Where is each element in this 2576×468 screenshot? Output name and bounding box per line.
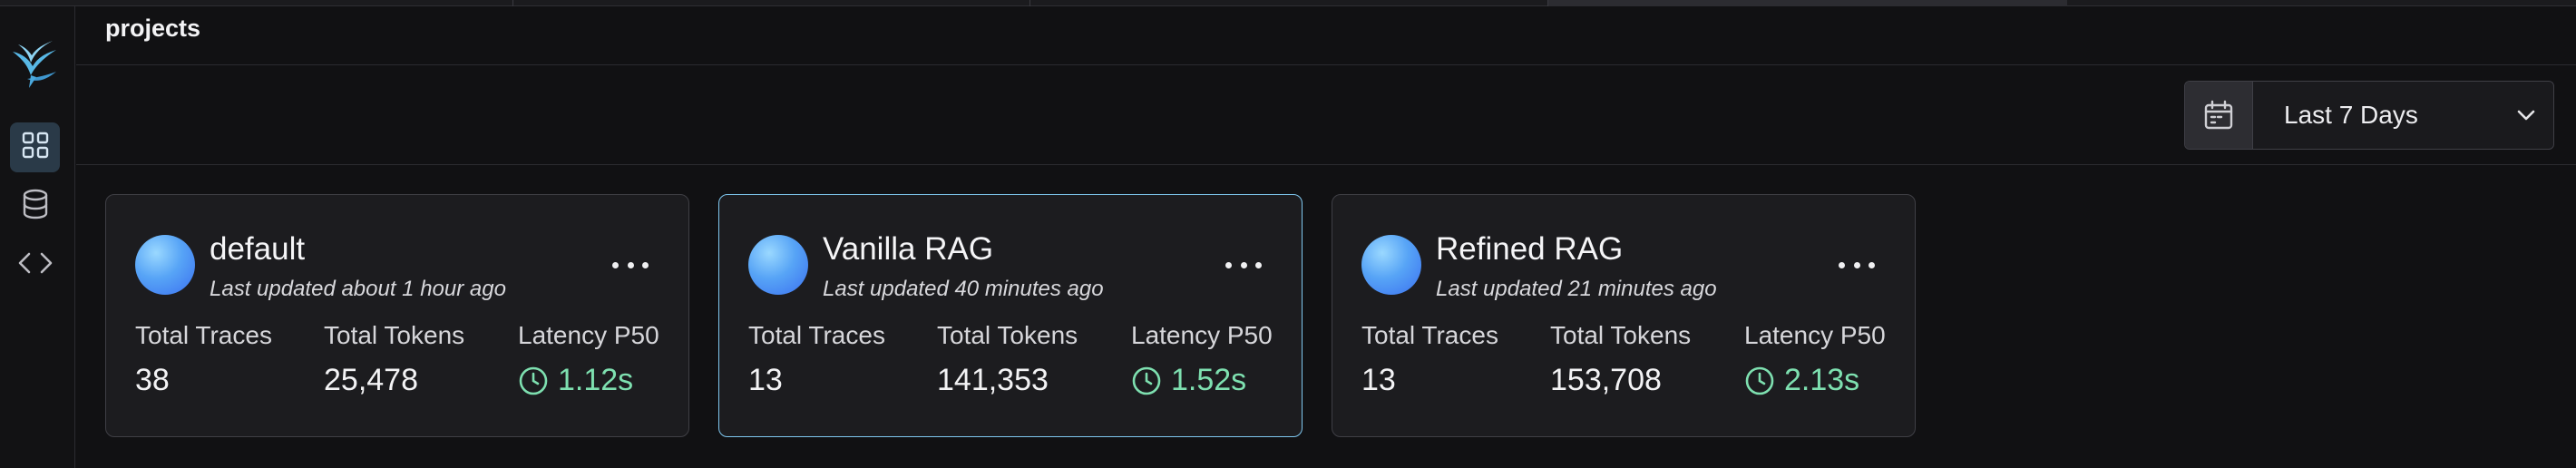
clock-icon — [1132, 366, 1161, 395]
latency-text: 1.52s — [1171, 363, 1247, 397]
date-range-label: Last 7 Days — [2284, 101, 2418, 129]
clock-icon — [519, 366, 548, 395]
clock-icon — [1745, 366, 1774, 395]
project-name: default — [210, 231, 306, 267]
stat-tokens-label: Total Tokens — [1550, 321, 1692, 349]
project-avatar — [748, 235, 808, 295]
stat-tokens-label: Total Tokens — [324, 321, 465, 349]
sidebar — [0, 6, 75, 468]
stat-latency-label: Latency P50 — [518, 321, 659, 349]
project-name: Vanilla RAG — [823, 231, 994, 267]
nav-datasets-button[interactable] — [10, 181, 60, 231]
code-icon — [17, 249, 54, 281]
stat-traces-value: 38 — [135, 363, 170, 397]
page-header: projects — [76, 6, 2576, 65]
stat-tokens-value: 25,478 — [324, 363, 418, 397]
main-panel: projects Last 7 Days default Last update… — [76, 6, 2576, 468]
project-updated: Last updated 40 minutes ago — [823, 277, 1104, 301]
top-tab-strip — [0, 0, 2576, 6]
stat-tokens-value: 153,708 — [1550, 363, 1662, 397]
page-title: projects — [105, 14, 201, 42]
top-tab-active[interactable] — [1548, 0, 2067, 6]
more-options-icon[interactable] — [1839, 251, 1875, 278]
stat-traces: Total Traces 13 — [1361, 321, 1498, 398]
stat-latency-label: Latency P50 — [1131, 321, 1273, 349]
stat-traces-label: Total Traces — [1361, 321, 1498, 349]
stat-traces-value: 13 — [748, 363, 783, 397]
grid-icon — [21, 131, 50, 164]
nav-code-button[interactable] — [10, 240, 60, 290]
more-options-icon[interactable] — [1225, 251, 1262, 278]
calendar-icon — [2185, 82, 2253, 149]
stat-tokens: Total Tokens 153,708 — [1550, 321, 1691, 398]
toolbar: Last 7 Days — [76, 65, 2576, 165]
stat-latency: Latency P50 1.52s — [1131, 321, 1273, 398]
project-name: Refined RAG — [1436, 231, 1624, 267]
stat-traces-label: Total Traces — [748, 321, 885, 349]
stat-tokens: Total Tokens 141,353 — [937, 321, 1078, 398]
stat-tokens: Total Tokens 25,478 — [324, 321, 464, 398]
more-options-icon[interactable] — [612, 251, 649, 278]
stat-latency-value: 2.13s — [1744, 363, 1886, 398]
stat-traces-value: 13 — [1361, 363, 1396, 397]
chevron-down-icon — [2499, 109, 2553, 122]
project-avatar — [1361, 235, 1421, 295]
stat-latency-label: Latency P50 — [1744, 321, 1886, 349]
top-tab-2[interactable] — [513, 0, 1030, 6]
date-range-select[interactable]: Last 7 Days — [2184, 81, 2554, 150]
logo-bird-icon — [9, 32, 63, 95]
project-updated: Last updated about 1 hour ago — [210, 277, 506, 301]
top-tab-1[interactable] — [0, 0, 513, 6]
stat-latency: Latency P50 1.12s — [518, 321, 659, 398]
stat-traces: Total Traces 13 — [748, 321, 885, 398]
database-icon — [21, 189, 50, 224]
stat-tokens-value: 141,353 — [937, 363, 1049, 397]
stat-latency-value: 1.52s — [1131, 363, 1273, 398]
project-card[interactable]: Vanilla RAG Last updated 40 minutes ago … — [718, 194, 1303, 437]
latency-text: 2.13s — [1784, 363, 1860, 397]
top-tab-3[interactable] — [1030, 0, 1548, 6]
stat-latency-value: 1.12s — [518, 363, 659, 398]
stat-tokens-label: Total Tokens — [937, 321, 1078, 349]
nav-projects-button[interactable] — [10, 122, 60, 172]
project-card[interactable]: default Last updated about 1 hour ago To… — [105, 194, 689, 437]
stat-traces: Total Traces 38 — [135, 321, 272, 398]
project-avatar — [135, 235, 195, 295]
project-updated: Last updated 21 minutes ago — [1436, 277, 1717, 301]
latency-text: 1.12s — [558, 363, 634, 397]
stat-latency: Latency P50 2.13s — [1744, 321, 1886, 398]
project-card[interactable]: Refined RAG Last updated 21 minutes ago … — [1332, 194, 1916, 437]
stat-traces-label: Total Traces — [135, 321, 272, 349]
